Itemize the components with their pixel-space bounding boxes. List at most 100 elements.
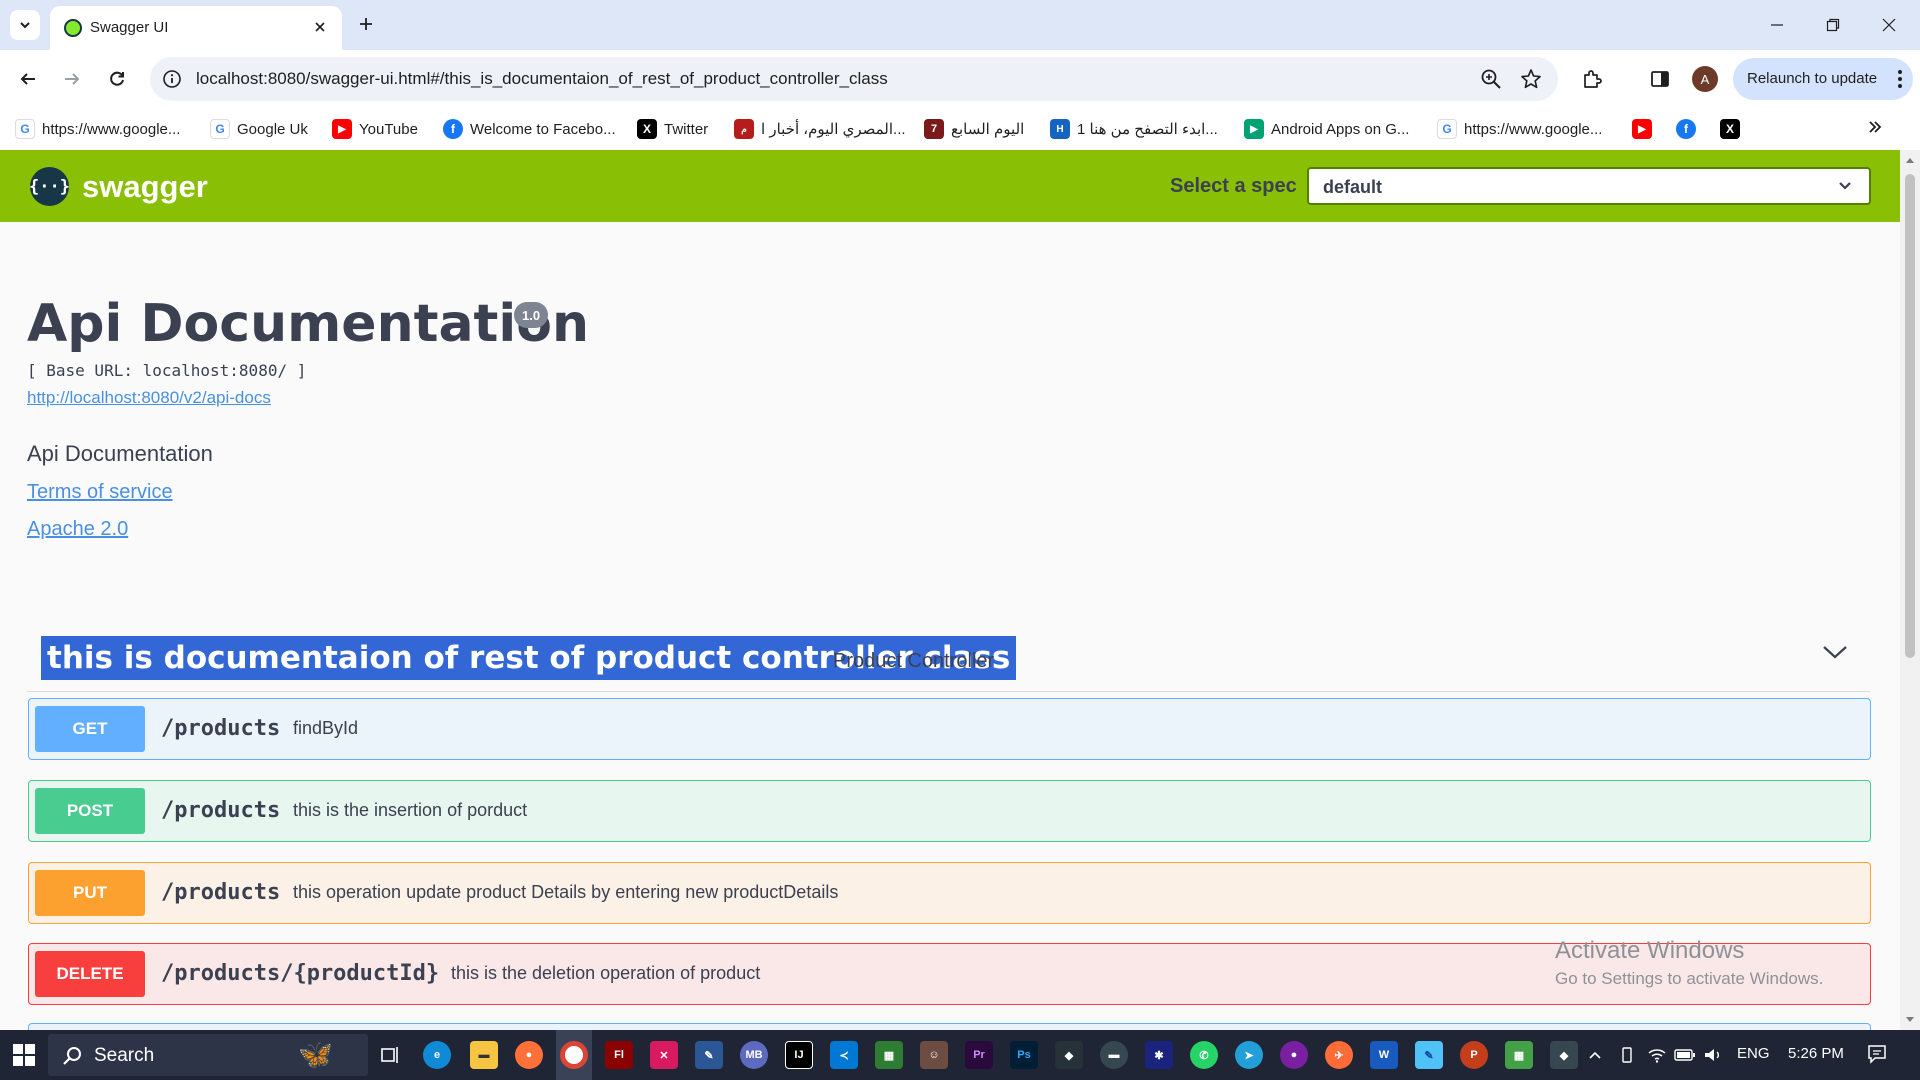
extensions-button[interactable]	[1578, 65, 1606, 93]
edge-icon[interactable]: e	[423, 1041, 451, 1069]
mb-app-icon[interactable]: MB	[740, 1041, 768, 1069]
wifi-icon[interactable]	[1646, 1044, 1668, 1066]
battery-icon[interactable]	[1674, 1044, 1696, 1066]
butterfly-app-icon[interactable]: ✕	[650, 1041, 678, 1069]
xampp-icon[interactable]: ✱	[1145, 1041, 1173, 1069]
language-indicator[interactable]: ENG	[1737, 1045, 1770, 1062]
volume-icon[interactable]	[1702, 1044, 1724, 1066]
window-close-button[interactable]	[1866, 8, 1912, 42]
firefox-icon[interactable]: ●	[515, 1041, 543, 1069]
spec-select[interactable]: default	[1307, 167, 1871, 205]
tray-chevron-up-icon[interactable]	[1584, 1044, 1606, 1066]
url-text[interactable]: localhost:8080/swagger-ui.html#/this_is_…	[196, 69, 888, 89]
bookmark-item[interactable]: ▶ Android Apps on G...	[1244, 116, 1409, 142]
bookmark-item[interactable]: ▶ YouTube	[332, 116, 418, 142]
pill-app-icon[interactable]: ▬	[1100, 1041, 1128, 1069]
forward-button[interactable]	[57, 64, 87, 94]
sourcetree-icon[interactable]: ◆	[1550, 1041, 1578, 1069]
relaunch-button[interactable]: Relaunch to update	[1733, 58, 1913, 100]
notepad-icon[interactable]: ✎	[1415, 1041, 1443, 1069]
chrome-icon[interactable]	[560, 1041, 588, 1069]
bookmarks-bar: G https://www.google... G Google Uk ▶ Yo…	[0, 108, 1920, 150]
side-panel-button[interactable]	[1646, 65, 1674, 93]
tag-section-header[interactable]: this is documentaion of rest of product …	[27, 622, 1870, 692]
clock[interactable]: 5:26 PM	[1788, 1045, 1844, 1062]
search-icon	[62, 1046, 82, 1066]
bookmark-item[interactable]: G https://www.google...	[15, 116, 180, 142]
intellij-icon[interactable]: IJ	[785, 1041, 813, 1069]
youtube-icon: ▶	[1632, 119, 1652, 139]
tiles-app-icon[interactable]: ▦	[1505, 1041, 1533, 1069]
powerpoint-icon[interactable]: P	[1460, 1041, 1488, 1069]
api-docs-link[interactable]: http://localhost:8080/v2/api-docs	[27, 388, 271, 408]
bookmark-item[interactable]: f Welcome to Facebo...	[443, 116, 616, 142]
reload-button[interactable]	[102, 64, 132, 94]
whatsapp-icon[interactable]: ✆	[1190, 1041, 1218, 1069]
operation-put-products[interactable]: PUT /products this operation update prod…	[28, 862, 1871, 924]
bookmark-item[interactable]: X Twitter	[637, 116, 708, 142]
bookmark-label: YouTube	[359, 120, 418, 138]
bookmark-item[interactable]: X	[1720, 116, 1740, 142]
postman-icon[interactable]: ✈	[1325, 1041, 1353, 1069]
windows-start-button[interactable]	[10, 1041, 38, 1069]
vscode-icon[interactable]: ≺	[830, 1041, 858, 1069]
bookmark-item[interactable]: ▶	[1632, 116, 1652, 142]
tab-close-button[interactable]	[310, 17, 330, 37]
operation-path: /products	[161, 798, 281, 823]
tab-title: Swagger UI	[90, 19, 169, 36]
browser-toolbar: localhost:8080/swagger-ui.html#/this_is_…	[0, 50, 1920, 108]
flash-icon[interactable]: Fl	[605, 1041, 633, 1069]
scrollbar-thumb[interactable]	[1905, 174, 1915, 658]
operation-post-products[interactable]: POST /products this is the insertion of …	[28, 780, 1871, 842]
device-icon[interactable]	[1616, 1044, 1638, 1066]
bookmark-item[interactable]: G Google Uk	[210, 116, 308, 142]
notification-icon[interactable]	[1866, 1043, 1888, 1065]
restore-button[interactable]	[1810, 8, 1856, 42]
character-app-icon[interactable]: ☺	[920, 1041, 948, 1069]
photoshop-icon[interactable]: Ps	[1010, 1041, 1038, 1069]
bookmark-item[interactable]: م المصري اليوم، أخبار ا...	[734, 116, 906, 142]
zoom-icon[interactable]	[1480, 68, 1502, 90]
bookmark-item[interactable]: G https://www.google...	[1437, 116, 1602, 142]
file-explorer-icon[interactable]: ▬	[470, 1041, 498, 1069]
scroll-up-arrow-icon[interactable]	[1905, 156, 1915, 164]
tab-search-button[interactable]	[10, 10, 40, 40]
browser-tab-strip: Swagger UI	[0, 0, 1920, 50]
bookmark-item[interactable]: f	[1676, 116, 1696, 142]
license-link[interactable]: Apache 2.0	[27, 518, 128, 541]
tab-swagger-ui[interactable]: Swagger UI	[50, 6, 342, 50]
terms-of-service-link[interactable]: Terms of service	[27, 481, 173, 504]
operation-get-products[interactable]: GET /products findById	[28, 698, 1871, 760]
telegram-icon[interactable]: ➤	[1235, 1041, 1263, 1069]
operation-summary: findById	[293, 718, 359, 738]
double-chevron-right-icon[interactable]	[1866, 118, 1884, 136]
puzzle-icon	[1581, 68, 1603, 90]
drop-app-icon[interactable]: ●	[1280, 1041, 1308, 1069]
site-info-icon[interactable]	[162, 69, 182, 89]
task-view-icon[interactable]	[376, 1041, 404, 1069]
bookmark-label: اليوم السابع	[951, 121, 1025, 138]
page-scrollbar[interactable]	[1900, 150, 1920, 1030]
git-app-icon[interactable]: ◆	[1055, 1041, 1083, 1069]
premiere-icon[interactable]: Pr	[965, 1041, 993, 1069]
chevron-down-icon[interactable]	[1822, 644, 1848, 660]
operation-summary: this is the deletion operation of produc…	[451, 963, 761, 983]
taskbar-search-box[interactable]: Search 🦋	[48, 1034, 368, 1076]
bookmark-item[interactable]: H ابدء التصفح من هنا 1...	[1050, 116, 1218, 142]
word-icon[interactable]: W	[1370, 1041, 1398, 1069]
address-bar[interactable]: localhost:8080/swagger-ui.html#/this_is_…	[150, 57, 1558, 101]
swagger-logo-text[interactable]: swagger	[82, 169, 208, 205]
pen-app-icon[interactable]: ✎	[695, 1041, 723, 1069]
scroll-down-arrow-icon[interactable]	[1905, 1016, 1915, 1024]
relaunch-label: Relaunch to update	[1747, 70, 1878, 87]
back-button[interactable]	[13, 64, 43, 94]
bookmark-item[interactable]: 7 اليوم السابع	[924, 116, 1024, 142]
chevron-down-icon	[1837, 179, 1853, 193]
profile-avatar[interactable]: A	[1692, 66, 1718, 92]
bookmark-label: Google Uk	[237, 120, 308, 138]
spreadsheet-app-icon[interactable]: ▦	[875, 1041, 903, 1069]
watermark-title: Activate Windows	[1555, 937, 1745, 964]
new-tab-button[interactable]	[352, 10, 380, 38]
minimize-button[interactable]	[1754, 8, 1800, 42]
bookmark-star-icon[interactable]	[1520, 68, 1542, 90]
